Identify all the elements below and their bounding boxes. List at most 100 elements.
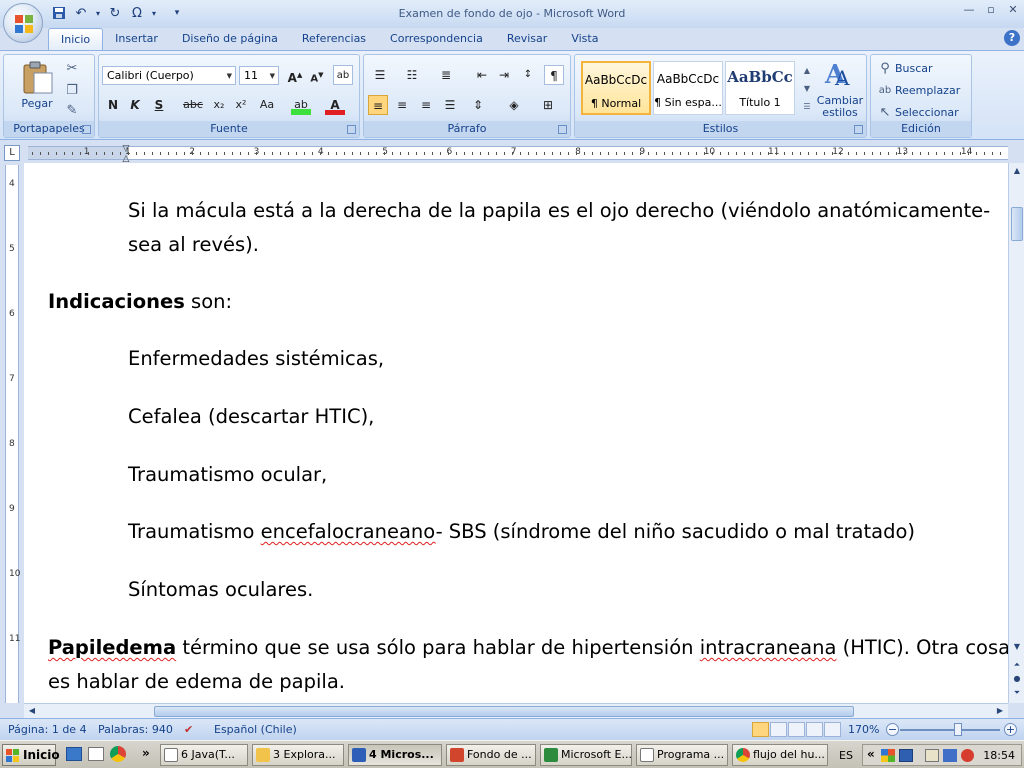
maximize-icon[interactable]: ▫ bbox=[984, 3, 998, 17]
shading-icon[interactable]: ◈ bbox=[504, 95, 524, 115]
scroll-down-icon[interactable]: ▼ bbox=[1009, 639, 1024, 655]
paste-icon[interactable] bbox=[20, 61, 56, 95]
style-no-spacing[interactable]: AaBbCcDc ¶ Sin espa... bbox=[653, 61, 723, 115]
taskbar-item-fondo[interactable]: Fondo de ... bbox=[446, 744, 536, 766]
zoom-in-icon[interactable]: + bbox=[1004, 723, 1017, 736]
bullets-icon[interactable]: ☰ bbox=[370, 65, 390, 85]
more-launchers-icon[interactable]: » bbox=[142, 746, 150, 760]
close-icon[interactable]: ✕ bbox=[1006, 3, 1020, 17]
tab-insertar[interactable]: Insertar bbox=[103, 28, 170, 50]
scroll-up-icon[interactable]: ▲ bbox=[1009, 163, 1024, 179]
italic-icon[interactable]: K bbox=[125, 95, 145, 115]
taskbar-item-word[interactable]: 4 Micros... bbox=[348, 744, 442, 766]
zoom-slider-knob[interactable] bbox=[954, 723, 962, 736]
styles-launcher-icon[interactable] bbox=[854, 125, 863, 134]
tab-vista[interactable]: Vista bbox=[559, 28, 610, 50]
change-styles-button[interactable]: Cambiar estilos bbox=[815, 95, 865, 119]
change-styles-icon[interactable]: A A bbox=[823, 59, 855, 89]
replace-button[interactable]: Reemplazar bbox=[895, 84, 960, 97]
line-spacing-icon[interactable]: ⇕ bbox=[468, 95, 488, 115]
horizontal-ruler[interactable]: 11234567891011121314▽△ bbox=[28, 144, 1008, 164]
bold-icon[interactable]: N bbox=[103, 95, 123, 115]
shrink-font-icon[interactable]: A▼ bbox=[307, 65, 327, 85]
security-alert-icon[interactable] bbox=[961, 749, 974, 762]
chrome-launch-icon[interactable] bbox=[110, 746, 126, 762]
language-indicator[interactable]: Español (Chile) bbox=[214, 723, 297, 736]
web-layout-icon[interactable] bbox=[788, 722, 805, 737]
copy-icon[interactable]: ❐ bbox=[64, 83, 80, 99]
styles-scroll-up-icon[interactable]: ▲ bbox=[799, 63, 815, 79]
clock[interactable]: 18:54 bbox=[983, 749, 1015, 762]
font-name-combo[interactable]: Calibri (Cuerpo) ▼ bbox=[102, 66, 236, 85]
taskbar-item-java[interactable]: 6 Java(T... bbox=[160, 744, 248, 766]
tray-app-icon[interactable] bbox=[925, 749, 939, 762]
taskbar-item-excel[interactable]: Microsoft E... bbox=[540, 744, 632, 766]
subscript-icon[interactable]: x₂ bbox=[209, 95, 229, 115]
minimize-icon[interactable]: — bbox=[962, 3, 976, 17]
styles-scroll-down-icon[interactable]: ▼ bbox=[799, 81, 815, 97]
font-size-combo[interactable]: 11 ▼ bbox=[239, 66, 279, 85]
show-marks-icon[interactable]: ¶ bbox=[544, 65, 564, 85]
change-case-icon[interactable]: Aa bbox=[257, 95, 277, 115]
clipboard-launcher-icon[interactable] bbox=[82, 125, 91, 134]
vertical-scrollbar[interactable]: ▲ ▼ ⏶ ● ⏷ bbox=[1008, 163, 1024, 703]
word-count[interactable]: Palabras: 940 bbox=[98, 723, 173, 736]
format-painter-icon[interactable]: ✎ bbox=[64, 103, 80, 119]
tab-diseno-pagina[interactable]: Diseño de página bbox=[170, 28, 290, 50]
strikethrough-icon[interactable]: abc bbox=[183, 95, 203, 115]
network-icon[interactable] bbox=[899, 749, 913, 762]
tray-expand-icon[interactable]: « bbox=[867, 747, 875, 761]
indent-marker-icon[interactable]: ▽△ bbox=[121, 144, 132, 164]
multilevel-list-icon[interactable]: ≣ bbox=[436, 65, 456, 85]
paste-button[interactable]: Pegar bbox=[14, 97, 60, 110]
sort-icon[interactable]: ↕ bbox=[518, 65, 538, 85]
borders-icon[interactable]: ⊞ bbox=[538, 95, 558, 115]
select-button[interactable]: Seleccionar bbox=[895, 106, 959, 119]
keyboard-language[interactable]: ES bbox=[839, 749, 853, 762]
align-right-icon[interactable]: ≡ bbox=[416, 95, 436, 115]
underline-icon[interactable]: S bbox=[149, 95, 169, 115]
scroll-left-icon[interactable]: ◀ bbox=[24, 703, 40, 719]
full-screen-reading-icon[interactable] bbox=[770, 722, 787, 737]
numbering-icon[interactable]: ☷ bbox=[402, 65, 422, 85]
clear-format-icon[interactable]: ab bbox=[333, 65, 353, 85]
style-heading-1[interactable]: AaBbCc Título 1 bbox=[725, 61, 795, 115]
next-page-icon[interactable]: ⏷ bbox=[1009, 685, 1024, 701]
scroll-thumb[interactable] bbox=[1011, 207, 1023, 241]
horizontal-scrollbar[interactable]: ◀ ▶ bbox=[24, 703, 1008, 718]
monitor-icon[interactable] bbox=[943, 749, 957, 762]
paragraph-launcher-icon[interactable] bbox=[558, 125, 567, 134]
tab-revisar[interactable]: Revisar bbox=[495, 28, 559, 50]
scroll-thumb[interactable] bbox=[154, 706, 854, 717]
highlight-icon[interactable]: ab bbox=[291, 95, 311, 115]
styles-more-icon[interactable]: ☰ bbox=[799, 99, 815, 115]
taskbar-item-chrome[interactable]: flujo del hu... bbox=[732, 744, 828, 766]
tab-inicio[interactable]: Inicio bbox=[48, 28, 104, 50]
start-button[interactable]: Inicio bbox=[2, 744, 60, 766]
superscript-icon[interactable]: x² bbox=[231, 95, 251, 115]
zoom-slider[interactable] bbox=[900, 729, 1000, 731]
vertical-ruler[interactable]: 4 5 6 7 8 9 10 11 bbox=[5, 165, 20, 703]
font-launcher-icon[interactable] bbox=[347, 125, 356, 134]
find-button[interactable]: Buscar bbox=[895, 62, 933, 75]
zoom-out-icon[interactable]: − bbox=[886, 723, 899, 736]
cut-icon[interactable]: ✂ bbox=[64, 61, 80, 77]
print-layout-icon[interactable] bbox=[752, 722, 769, 737]
show-desktop-icon[interactable] bbox=[66, 747, 82, 761]
office-button[interactable] bbox=[3, 3, 43, 43]
outline-icon[interactable] bbox=[806, 722, 823, 737]
tab-selector[interactable]: L bbox=[4, 145, 20, 161]
document-page[interactable]: Si la mácula está a la derecha de la pap… bbox=[24, 163, 1008, 703]
increase-indent-icon[interactable]: ⇥ bbox=[494, 65, 514, 85]
page-count[interactable]: Página: 1 de 4 bbox=[8, 723, 87, 736]
grow-font-icon[interactable]: A▲ bbox=[285, 65, 305, 85]
align-left-icon[interactable]: ≡ bbox=[368, 95, 388, 115]
tab-correspondencia[interactable]: Correspondencia bbox=[378, 28, 495, 50]
help-icon[interactable]: ? bbox=[1004, 30, 1020, 46]
zoom-level[interactable]: 170% bbox=[848, 723, 879, 736]
windows-live-icon[interactable] bbox=[881, 749, 895, 762]
align-center-icon[interactable]: ≡ bbox=[392, 95, 412, 115]
scroll-right-icon[interactable]: ▶ bbox=[992, 703, 1008, 719]
draft-icon[interactable] bbox=[824, 722, 841, 737]
taskbar-item-explorer[interactable]: 3 Explora... bbox=[252, 744, 344, 766]
